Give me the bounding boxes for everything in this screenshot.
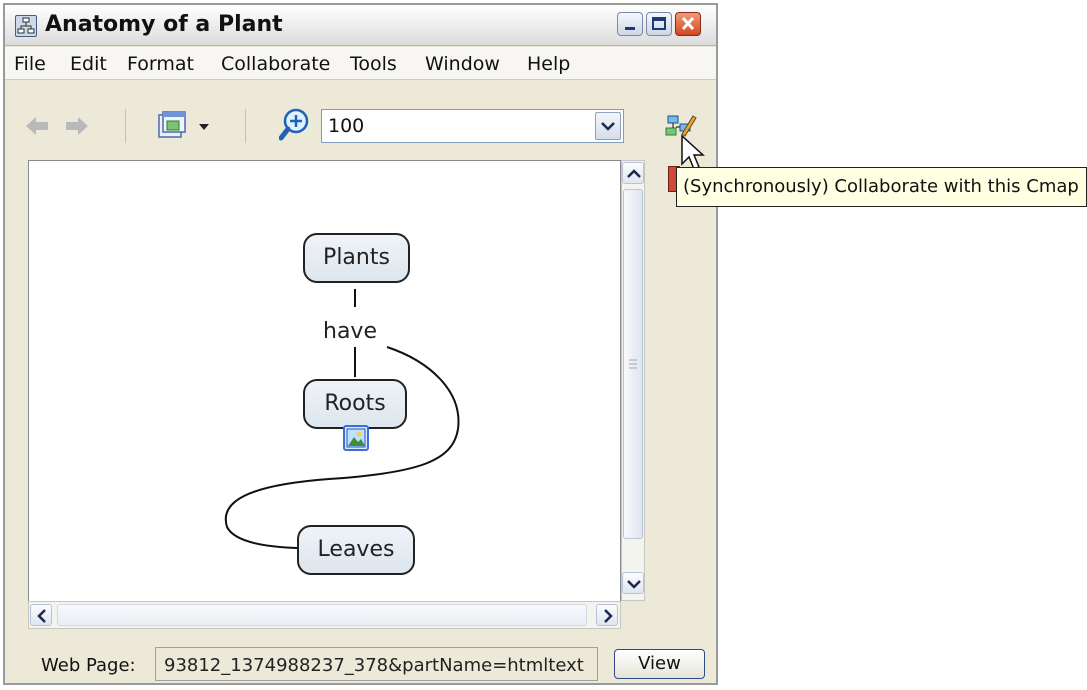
cmap-window: Anatomy of a Plant File Edit Format Coll…: [3, 3, 718, 685]
web-page-url-field[interactable]: 93812_1374988237_378&partName=htmltext: [155, 647, 598, 681]
toolbar: 100: [5, 81, 716, 153]
window-view-icon: [158, 111, 209, 138]
chevron-up-icon: [627, 169, 641, 178]
concept-node-roots[interactable]: Roots: [303, 379, 407, 429]
view-button[interactable]: View: [614, 649, 705, 679]
chevron-down-icon: [601, 122, 615, 131]
menu-edit[interactable]: Edit: [70, 53, 107, 75]
forward-arrow-icon: [66, 117, 88, 135]
view-mode-button[interactable]: [155, 109, 215, 143]
concept-node-plants[interactable]: Plants: [303, 233, 410, 283]
vertical-scroll-thumb[interactable]: [623, 189, 643, 539]
zoom-button[interactable]: [278, 107, 313, 143]
chevron-down-icon: [627, 580, 641, 589]
zoom-icon: [278, 108, 309, 141]
back-button[interactable]: [23, 113, 51, 139]
back-arrow-icon: [26, 117, 48, 135]
web-page-label: Web Page:: [41, 655, 136, 676]
chevron-left-icon: [37, 609, 46, 623]
close-icon: [681, 16, 695, 31]
minimize-button[interactable]: [617, 12, 643, 36]
menu-bar: File Edit Format Collaborate Tools Windo…: [5, 47, 716, 80]
menu-file[interactable]: File: [14, 53, 46, 75]
menu-window[interactable]: Window: [425, 53, 500, 75]
chevron-right-icon: [604, 609, 613, 623]
web-page-url: 93812_1374988237_378&partName=htmltext: [164, 655, 584, 676]
cmap-canvas[interactable]: Plants have Roots Leaves: [28, 160, 621, 629]
scroll-corner: [621, 601, 645, 629]
maximize-icon: [652, 17, 666, 30]
menu-tools[interactable]: Tools: [350, 53, 397, 75]
minimize-icon: [625, 27, 635, 30]
toolbar-separator: [245, 109, 246, 143]
maximize-button[interactable]: [646, 12, 672, 36]
zoom-value: 100: [328, 115, 365, 137]
tooltip: (Synchronously) Collaborate with this Cm…: [676, 167, 1087, 207]
zoom-select[interactable]: 100: [321, 109, 624, 143]
window-title: Anatomy of a Plant: [45, 12, 283, 37]
linking-phrase[interactable]: have: [323, 319, 377, 344]
scroll-left-button[interactable]: [30, 604, 52, 626]
zoom-dropdown-button[interactable]: [595, 112, 621, 140]
menu-help[interactable]: Help: [527, 53, 570, 75]
vertical-scrollbar[interactable]: [621, 160, 645, 601]
image-resource-icon[interactable]: [343, 425, 369, 451]
concept-node-leaves[interactable]: Leaves: [297, 525, 415, 575]
grip-icon: [629, 359, 637, 369]
menu-collaborate[interactable]: Collaborate: [221, 53, 330, 75]
concept-map-icon[interactable]: [15, 15, 37, 37]
horizontal-scrollbar[interactable]: [28, 601, 621, 629]
scroll-down-button[interactable]: [622, 572, 644, 594]
scroll-right-button[interactable]: [596, 604, 618, 626]
menu-format[interactable]: Format: [127, 53, 194, 75]
horizontal-scroll-thumb[interactable]: [57, 604, 587, 626]
close-button[interactable]: [675, 12, 701, 36]
forward-button[interactable]: [63, 113, 91, 139]
toolbar-separator: [125, 109, 126, 143]
scroll-up-button[interactable]: [622, 162, 644, 184]
title-bar[interactable]: Anatomy of a Plant: [5, 5, 716, 46]
